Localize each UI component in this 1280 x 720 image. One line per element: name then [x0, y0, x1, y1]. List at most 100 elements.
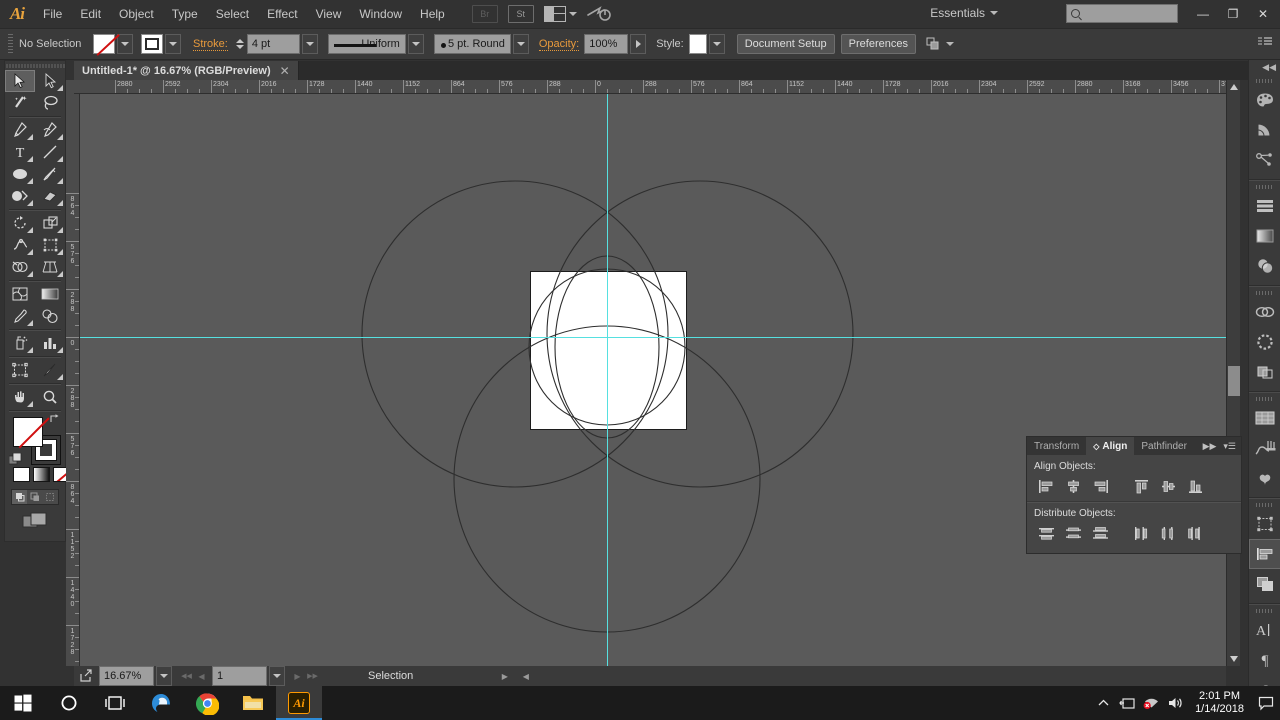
scroll-down-button[interactable] — [1227, 652, 1241, 666]
chevron-down-icon[interactable] — [945, 42, 954, 46]
stepper-up-icon[interactable] — [236, 39, 245, 43]
share-document-icon[interactable] — [79, 669, 93, 683]
gradient-mode-button[interactable] — [33, 467, 50, 482]
pen-tool[interactable] — [5, 119, 35, 141]
fill-color-swatch[interactable] — [13, 417, 43, 447]
previous-artboard-button[interactable]: ◀ — [194, 668, 209, 684]
menu-object[interactable]: Object — [110, 3, 163, 25]
stroke-dropdown-button[interactable] — [165, 34, 181, 54]
opacity-dropdown[interactable] — [630, 34, 647, 54]
control-bar-grip[interactable] — [8, 34, 13, 54]
fill-control[interactable] — [93, 34, 133, 54]
gradient-tool[interactable] — [35, 283, 65, 305]
minimize-button[interactable]: — — [1188, 2, 1218, 26]
direct-selection-tool[interactable] — [35, 70, 65, 92]
stroke-control[interactable] — [141, 34, 181, 54]
magic-wand-tool[interactable] — [5, 92, 35, 114]
dock-group-grip[interactable] — [1249, 289, 1280, 297]
cortana-search-button[interactable] — [46, 686, 92, 720]
horizontal-distribute-right-button[interactable] — [1182, 522, 1209, 544]
document-tab[interactable]: Untitled-1* @ 16.67% (RGB/Preview) ✕ — [74, 61, 299, 80]
menu-view[interactable]: View — [307, 3, 351, 25]
dock-group-grip[interactable] — [1249, 183, 1280, 191]
stroke-profile-field[interactable]: Uniform — [327, 34, 406, 54]
stroke-weight-field[interactable]: 4 pt — [246, 34, 300, 54]
transform-icon[interactable] — [1249, 509, 1280, 539]
paragraph-icon[interactable]: ¶ — [1249, 645, 1280, 675]
horizontal-align-right-button[interactable] — [1087, 475, 1114, 497]
shaper-tool[interactable] — [5, 185, 35, 207]
draw-inside-button[interactable] — [43, 490, 58, 504]
vertical-distribute-top-button[interactable] — [1033, 522, 1060, 544]
perspective-grid-tool[interactable] — [35, 256, 65, 278]
color-guide-icon[interactable] — [1249, 115, 1280, 145]
lasso-tool[interactable] — [35, 92, 65, 114]
brush-definition-dropdown[interactable] — [512, 34, 529, 54]
vertical-align-center-button[interactable] — [1155, 475, 1182, 497]
selection-tool[interactable] — [5, 70, 35, 92]
stepper-down-icon[interactable] — [236, 45, 245, 49]
select-similar-objects-icon[interactable] — [926, 36, 942, 52]
brushes-icon[interactable] — [1249, 433, 1280, 463]
links-icon[interactable] — [1249, 297, 1280, 327]
align-panel[interactable]: Transform ◇ Align Pathfinder ▶▶ ▾☰ Align… — [1026, 436, 1242, 554]
search-input[interactable] — [1066, 4, 1178, 23]
swap-fill-stroke-icon[interactable] — [49, 413, 61, 425]
show-hidden-icons-button[interactable] — [1091, 686, 1115, 720]
vertical-align-top-button[interactable] — [1128, 475, 1155, 497]
paintbrush-tool[interactable] — [35, 163, 65, 185]
document-canvas[interactable] — [80, 94, 1234, 666]
tab-align[interactable]: ◇ Align — [1086, 437, 1135, 455]
blend-tool[interactable] — [35, 305, 65, 327]
character-icon[interactable]: A — [1249, 615, 1280, 645]
next-artboard-button[interactable]: ▶ — [290, 668, 305, 684]
menu-edit[interactable]: Edit — [71, 3, 110, 25]
brush-definition-field[interactable]: 5 pt. Round — [433, 34, 511, 54]
swatches-icon[interactable] — [1249, 191, 1280, 221]
opacity-field[interactable]: 100% — [584, 34, 629, 54]
vertical-ruler[interactable]: 864576288028857686411521440172820162304 — [66, 94, 80, 666]
eraser-tool[interactable] — [35, 185, 65, 207]
workspace-switcher[interactable]: Essentials — [930, 6, 998, 20]
eyedropper-tool[interactable] — [5, 305, 35, 327]
tab-transform[interactable]: Transform — [1027, 437, 1086, 455]
horizontal-ruler[interactable]: 2880 2592 2304 2016 1728 1440 1152 864 576 288 0 28… — [74, 80, 1234, 94]
dock-group-grip[interactable] — [1249, 395, 1280, 403]
rotate-tool[interactable] — [5, 212, 35, 234]
arrange-documents-button[interactable] — [543, 6, 577, 22]
status-menu-button[interactable]: ▶ — [497, 668, 512, 684]
horizontal-guide[interactable] — [80, 337, 1234, 338]
preferences-button[interactable]: Preferences — [840, 34, 916, 54]
hand-tool[interactable] — [5, 386, 35, 408]
graphic-style-swatch[interactable] — [688, 34, 707, 54]
tools-panel-grip[interactable] — [5, 61, 65, 70]
vertical-scroll-thumb[interactable] — [1228, 366, 1240, 396]
menu-help[interactable]: Help — [411, 3, 454, 25]
network-error-icon[interactable] — [1139, 686, 1163, 720]
color-icon[interactable] — [1249, 85, 1280, 115]
menu-select[interactable]: Select — [207, 3, 258, 25]
artwork-shapes[interactable] — [80, 94, 1234, 666]
close-icon[interactable]: ✕ — [280, 64, 290, 78]
line-segment-tool[interactable] — [35, 141, 65, 163]
shape-builder-tool[interactable] — [5, 256, 35, 278]
zoom-level-dropdown[interactable] — [156, 666, 172, 686]
vertical-distribute-center-button[interactable] — [1060, 522, 1087, 544]
ellipse-tool[interactable] — [5, 163, 35, 185]
dock-group-grip[interactable] — [1249, 77, 1280, 85]
artboards-icon[interactable] — [1249, 403, 1280, 433]
stroke-weight-stepper[interactable] — [235, 34, 246, 54]
artboard-tool[interactable] — [5, 359, 35, 381]
collapse-dock-button[interactable]: ◀◀ — [1249, 60, 1280, 74]
action-center-button[interactable] — [1252, 686, 1280, 720]
control-bar-menu-button[interactable] — [1258, 35, 1272, 53]
dock-group-grip[interactable] — [1249, 501, 1280, 509]
dock-group-grip[interactable] — [1249, 607, 1280, 615]
stroke-weight-dropdown[interactable] — [301, 34, 318, 54]
close-button[interactable]: ✕ — [1248, 2, 1278, 26]
color-themes-icon[interactable] — [1249, 145, 1280, 175]
fill-swatch[interactable] — [93, 34, 115, 54]
horizontal-distribute-center-button[interactable] — [1155, 522, 1182, 544]
type-tool[interactable]: T — [5, 141, 35, 163]
chrome-taskbar-icon[interactable] — [184, 686, 230, 720]
